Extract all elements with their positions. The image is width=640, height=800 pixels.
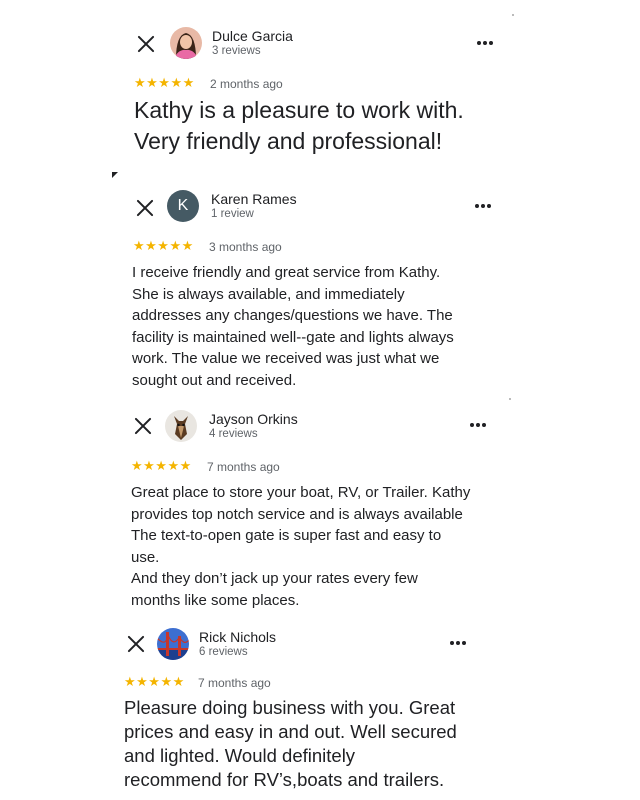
- review-date: 3 months ago: [209, 240, 282, 254]
- star-rating: ★★★★★: [124, 674, 185, 689]
- crop-mark: [112, 172, 118, 178]
- review-count: 4 reviews: [209, 428, 258, 440]
- close-icon[interactable]: [134, 417, 152, 435]
- dog-photo-icon: [165, 410, 197, 442]
- review-text: I receive friendly and great service fro…: [132, 264, 454, 389]
- user-photo-icon: [170, 27, 202, 59]
- reviewer-name[interactable]: Rick Nichols: [199, 629, 276, 645]
- star-rating: ★★★★★: [134, 75, 195, 90]
- close-icon[interactable]: [136, 199, 154, 217]
- review-count: 1 review: [211, 208, 254, 220]
- more-options-icon[interactable]: [475, 204, 493, 210]
- more-options-icon[interactable]: [470, 423, 488, 429]
- avatar[interactable]: K: [167, 190, 199, 222]
- review-card: Dulce Garcia 3 reviews ★★★★★ 2 months ag…: [0, 0, 640, 170]
- review-date: 2 months ago: [210, 77, 283, 91]
- review-card: Jayson Orkins 4 reviews ★★★★★ 7 months a…: [0, 400, 640, 615]
- avatar[interactable]: [165, 410, 197, 442]
- review-count: 3 reviews: [212, 45, 261, 57]
- review-text: Kathy is a pleasure to work with. Very f…: [134, 97, 464, 154]
- review-card: Rick Nichols 6 reviews ★★★★★ 7 months ag…: [0, 620, 640, 800]
- close-icon[interactable]: [127, 635, 145, 653]
- reviewer-name[interactable]: Jayson Orkins: [209, 411, 298, 427]
- review-date: 7 months ago: [198, 676, 271, 690]
- more-options-icon[interactable]: [477, 41, 495, 47]
- review-card: K Karen Rames 1 review ★★★★★ 3 months ag…: [0, 180, 640, 400]
- review-text: Pleasure doing business with you. Great …: [124, 697, 457, 790]
- reviewer-name[interactable]: Karen Rames: [211, 191, 297, 207]
- avatar-initial: K: [177, 197, 189, 214]
- star-rating: ★★★★★: [131, 458, 192, 473]
- review-date: 7 months ago: [207, 460, 280, 474]
- crop-mark: [512, 14, 514, 16]
- avatar[interactable]: [157, 628, 189, 660]
- bridge-photo-icon: [157, 628, 189, 660]
- more-options-icon[interactable]: [450, 641, 468, 647]
- close-icon[interactable]: [137, 35, 155, 53]
- reviewer-name[interactable]: Dulce Garcia: [212, 28, 293, 44]
- star-rating: ★★★★★: [133, 238, 194, 253]
- review-text: Great place to store your boat, RV, or T…: [131, 484, 471, 609]
- avatar[interactable]: [170, 27, 202, 59]
- review-count: 6 reviews: [199, 646, 248, 658]
